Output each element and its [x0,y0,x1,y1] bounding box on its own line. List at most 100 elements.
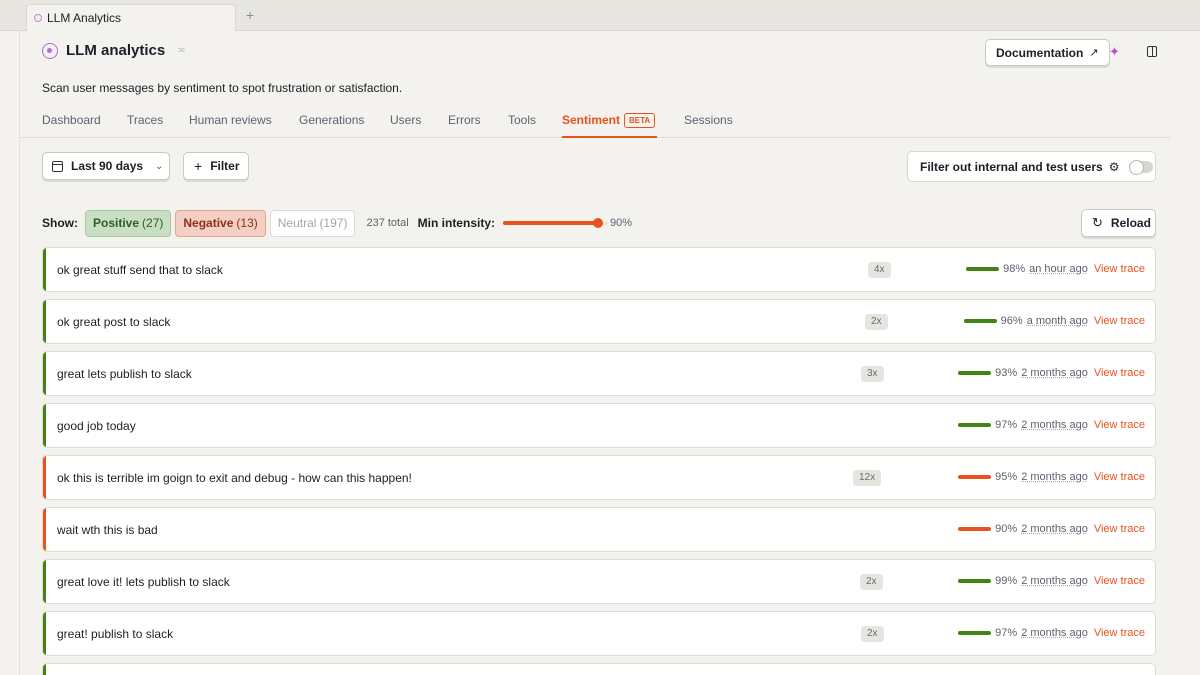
view-trace-link[interactable]: View trace [1094,627,1145,639]
tab-tools[interactable]: Tools [508,113,536,127]
total-count: 237 total [366,217,409,229]
message-time: 2 months ago [1021,627,1088,639]
intensity-bar [958,631,992,635]
view-trace-link[interactable]: View trace [1094,419,1145,431]
new-tab-button[interactable]: + [246,7,254,23]
tab-sentiment[interactable]: Sentiment BETA [562,113,656,128]
positive-chip-label: Positive [93,216,140,230]
view-trace-link[interactable]: View trace [1094,471,1145,483]
message-meta: 99% 2 months ago View trace [958,575,1145,587]
intensity-bar [958,475,992,479]
reload-button[interactable]: ↻ Reload [1081,209,1156,237]
message-text: great! publish to slack [57,627,174,641]
message-meta: 96% a month ago View trace [963,315,1145,327]
message-row[interactable]: ok great stuff send that to slack 4x 98% an… [42,247,1156,292]
message-row[interactable]: ok this is terrible im goign to exit and… [42,455,1156,500]
ai-sparkle-icon[interactable]: ✦ [1109,44,1120,60]
message-row[interactable]: ok great post to slack 2x 96% a month ago Vi… [42,299,1156,344]
intensity-value: 95% [995,471,1018,483]
intensity-bar [958,527,992,531]
gear-icon[interactable]: ⚙ [1109,160,1120,174]
message-row[interactable]: good job today 97% 2 months ago View trace [42,403,1156,448]
neutral-filter-chip[interactable]: Neutral (197) [269,209,356,237]
message-row[interactable]: great lets publish to slack 3x 93% 2 months… [42,351,1156,396]
negative-chip-label: Negative [183,216,234,230]
message-text: great love it! lets publish to slack [57,575,230,589]
sentiment-indicator [43,560,46,603]
occurrence-badge: 3x [861,366,884,382]
view-trace-link[interactable]: View trace [1094,315,1145,327]
message-meta: 95% 2 months ago View trace [958,471,1145,483]
view-trace-link[interactable]: View trace [1094,263,1145,275]
tab-users[interactable]: Users [390,113,421,127]
title-menu-icon[interactable]: ≍ [177,45,185,56]
message-time: 2 months ago [1021,523,1088,535]
message-time: 2 months ago [1021,471,1088,483]
negative-filter-chip[interactable]: Negative (13) [175,209,266,237]
message-text: great lets publish to slack [57,367,192,381]
message-text: ok great stuff send that to slack [57,263,223,277]
intensity-bar [958,371,992,375]
tab-errors[interactable]: Errors [448,113,481,127]
view-trace-link[interactable]: View trace [1094,523,1145,535]
tab-sessions[interactable]: Sessions [684,113,733,127]
min-intensity-label: Min intensity: [417,216,495,230]
message-row[interactable] [42,663,1156,675]
view-trace-link[interactable]: View trace [1094,575,1145,587]
documentation-button[interactable]: Documentation ↗ [985,39,1110,66]
internal-users-label: Filter out internal and test users [920,159,1103,174]
page-description: Scan user messages by sentiment to spot … [42,81,403,95]
tab-sentiment-label: Sentiment [562,113,621,127]
tab-generations[interactable]: Generations [299,113,364,127]
sentiment-indicator [43,508,46,551]
message-meta: 98% an hour ago View trace [966,263,1145,275]
view-trace-link[interactable]: View trace [1094,367,1145,379]
message-row[interactable]: great love it! lets publish to slack 2x 99… [42,559,1156,604]
llm-analytics-icon [42,42,58,59]
browser-tab-strip: LLM Analytics + [0,0,1200,31]
message-time: an hour ago [1029,263,1088,275]
slider-handle[interactable] [592,218,603,228]
active-tab-indicator [562,136,657,138]
message-row[interactable]: great! publish to slack 2x 97% 2 months ago… [42,611,1156,656]
intensity-value: 99% [995,575,1018,587]
show-label: Show: [42,216,78,230]
min-intensity-slider[interactable] [503,218,608,228]
sentiment-indicator [43,248,46,291]
neutral-chip-count: (197) [319,216,348,230]
message-meta: 90% 2 months ago View trace [958,523,1145,535]
add-filter-button[interactable]: + Filter [183,152,249,180]
calendar-icon [52,160,63,172]
message-time: 2 months ago [1021,419,1088,431]
tab-dashboard[interactable]: Dashboard [42,113,101,127]
intensity-bar [966,267,1000,271]
internal-users-toggle[interactable] [1129,159,1154,175]
min-intensity-value: 90% [610,217,633,229]
reload-label: Reload [1110,216,1151,230]
positive-filter-chip[interactable]: Positive (27) [85,209,172,237]
filter-label: Filter [210,159,240,173]
documentation-label: Documentation [996,45,1084,60]
beta-badge: BETA [624,113,656,128]
page-header: LLM analytics ≍ [42,42,186,59]
reload-icon: ↻ [1092,215,1103,230]
message-time: a month ago [1026,315,1088,327]
tab-human-reviews[interactable]: Human reviews [189,113,272,127]
browser-tab-label: LLM Analytics [47,11,122,25]
side-panel-icon[interactable] [1147,46,1157,57]
browser-tab[interactable]: LLM Analytics [26,4,236,31]
section-tabs: Dashboard Traces Human reviews Generatio… [20,109,1170,138]
intensity-value: 98% [1003,263,1026,275]
main-content: LLM analytics ≍ Documentation ↗ ✦ Scan u… [20,31,1200,675]
intensity-value: 97% [995,627,1018,639]
sentiment-indicator [43,612,46,655]
positive-chip-count: (27) [142,216,164,230]
message-meta: 93% 2 months ago View trace [958,367,1145,379]
chevron-down-icon: ⌄ [155,160,164,172]
occurrence-badge: 4x [868,262,891,278]
internal-users-filter[interactable]: Filter out internal and test users ⚙ [907,151,1156,182]
date-range-button[interactable]: Last 90 days ⌄ [42,152,170,180]
external-link-icon: ↗ [1089,47,1099,59]
tab-traces[interactable]: Traces [127,113,163,127]
message-row[interactable]: wait wth this is bad 90% 2 months ago View … [42,507,1156,552]
